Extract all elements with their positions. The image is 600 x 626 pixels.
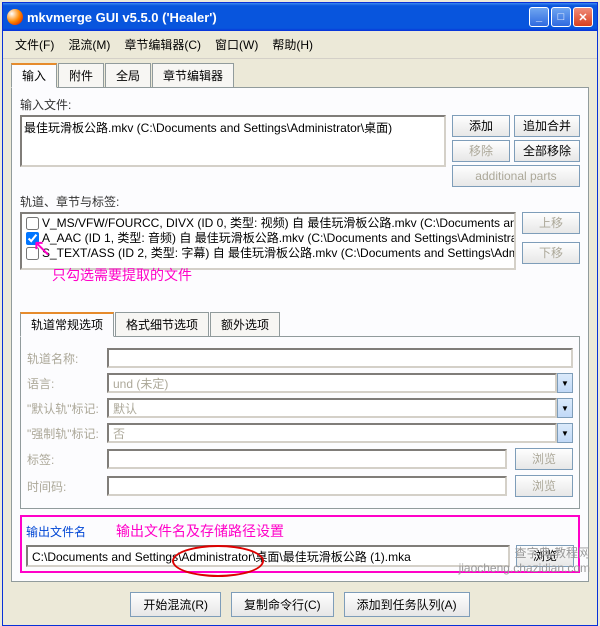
subtab-format[interactable]: 格式细节选项 [115,312,209,337]
input-files-list[interactable]: 最佳玩滑板公路.mkv (C:\Documents and Settings\A… [20,115,446,167]
tracks-label: 轨道、章节与标签: [20,193,580,210]
track-checkbox-0[interactable] [26,217,39,230]
trackname-input[interactable] [107,348,573,368]
forced-label: "强制轨"标记: [27,425,99,442]
chevron-down-icon[interactable]: ▼ [557,423,573,443]
tags-label: 标签: [27,451,99,468]
minimize-button[interactable]: _ [529,7,549,27]
app-icon [7,9,23,25]
track-row: S_TEXT/ASS (ID 2, 类型: 字幕) 自 最佳玩滑板公路.mkv … [24,246,512,261]
add-button[interactable]: 添加 [452,115,510,137]
lang-label: 语言: [27,375,99,392]
menu-mix[interactable]: 混流(M) [62,34,116,55]
watermark: 查字典 教程网 jiaocheng.chazidian.com [459,544,590,575]
track-text[interactable]: A_AAC (ID 1, 类型: 音频) 自 最佳玩滑板公路.mkv (C:\D… [42,231,516,246]
input-files-label: 输入文件: [20,96,580,113]
close-button[interactable]: ✕ [573,7,593,27]
browse-tags-button[interactable]: 浏览 [515,448,573,470]
tracks-list[interactable]: V_MS/VFW/FOURCC, DIVX (ID 0, 类型: 视频) 自 最… [20,212,516,270]
track-row: V_MS/VFW/FOURCC, DIVX (ID 0, 类型: 视频) 自 最… [24,216,512,231]
tab-input[interactable]: 输入 [11,63,57,88]
remove-all-button[interactable]: 全部移除 [514,140,580,162]
track-text[interactable]: S_TEXT/ASS (ID 2, 类型: 字幕) 自 最佳玩滑板公路.mkv … [42,246,516,261]
output-path-input[interactable] [26,545,510,567]
move-down-button[interactable]: 下移 [522,242,580,264]
copy-cmd-button[interactable]: 复制命令行(C) [231,592,334,617]
move-up-button[interactable]: 上移 [522,212,580,234]
chevron-down-icon[interactable]: ▼ [557,373,573,393]
subtab-extra[interactable]: 额外选项 [210,312,280,337]
subtab-general[interactable]: 轨道常规选项 [20,312,114,337]
default-label: "默认轨"标记: [27,400,99,417]
append-button[interactable]: 追加合并 [514,115,580,137]
track-text[interactable]: V_MS/VFW/FOURCC, DIVX (ID 0, 类型: 视频) 自 最… [42,216,516,231]
menu-window[interactable]: 窗口(W) [209,34,264,55]
track-row: A_AAC (ID 1, 类型: 音频) 自 最佳玩滑板公路.mkv (C:\D… [24,231,512,246]
trackname-label: 轨道名称: [27,350,99,367]
tab-global[interactable]: 全局 [105,63,151,88]
start-mux-button[interactable]: 开始混流(R) [130,592,221,617]
tags-input[interactable] [107,449,507,469]
menu-chapter[interactable]: 章节编辑器(C) [118,34,207,55]
browse-timecode-button[interactable]: 浏览 [515,475,573,497]
add-job-button[interactable]: 添加到任务队列(A) [344,592,470,617]
input-file-item[interactable]: 最佳玩滑板公路.mkv (C:\Documents and Settings\A… [24,119,442,136]
remove-button[interactable]: 移除 [452,140,510,162]
timecode-input[interactable] [107,476,507,496]
arrow-icon: ↖ [32,234,52,263]
annotation-text-2: 输出文件名及存储路径设置 [116,521,284,541]
menu-file[interactable]: 文件(F) [9,34,60,55]
annotation-text-1: 只勾选需要提取的文件 [52,265,192,285]
default-combo[interactable] [107,398,557,418]
tab-attach[interactable]: 附件 [58,63,104,88]
menu-help[interactable]: 帮助(H) [266,34,319,55]
additional-parts-button[interactable]: additional parts [452,165,580,187]
window-title: mkvmerge GUI v5.5.0 ('Healer') [27,10,529,25]
forced-combo[interactable] [107,423,557,443]
timecode-label: 时间码: [27,478,99,495]
chevron-down-icon[interactable]: ▼ [557,398,573,418]
maximize-button[interactable]: □ [551,7,571,27]
tab-chapter-editor[interactable]: 章节编辑器 [152,63,234,88]
output-label: 输出文件名 [26,523,86,540]
lang-combo[interactable] [107,373,557,393]
